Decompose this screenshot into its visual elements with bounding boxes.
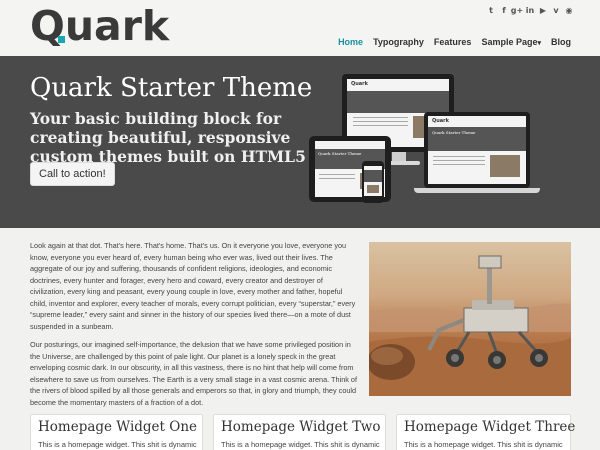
mini-hero (347, 91, 449, 113)
mini-logo: Quark (432, 118, 449, 124)
mars-rover-image (369, 242, 571, 396)
widget-text: This is a homepage widget. This shit is … (404, 440, 563, 449)
hero-title: Quark Starter Theme (30, 73, 313, 103)
youtube-icon[interactable]: ▶ (538, 6, 548, 16)
nav-item-typography[interactable]: Typography (373, 37, 424, 47)
google-plus-icon[interactable]: g+ (511, 6, 523, 16)
nav-item-sample-page-label[interactable]: Sample Page (481, 37, 537, 47)
rss-icon[interactable]: ◉ (564, 6, 574, 16)
mini-title: Quark Starter Theme (432, 130, 476, 135)
mini-title: Quark Starter Theme (318, 151, 362, 156)
mini-line (433, 164, 485, 165)
mars-rover-illustration (369, 255, 571, 396)
widget-title: Homepage Widget Two (221, 419, 381, 435)
mini-line (319, 174, 355, 175)
widget-text: This is a homepage widget. This shit is … (38, 440, 197, 449)
site-logo-text[interactable]: Quark (30, 2, 169, 50)
mini-line (353, 121, 408, 122)
mini-line (353, 117, 408, 118)
widget-text: This is a homepage widget. This shit is … (221, 440, 380, 449)
homepage-widget-one: Homepage Widget One This is a homepage w… (30, 414, 203, 450)
main-content: Look again at that dot. That's here. Tha… (30, 240, 358, 415)
nav-item-features[interactable]: Features (434, 37, 472, 47)
facebook-icon[interactable]: f (499, 6, 509, 16)
nav-item-sample-page[interactable]: Sample Page▾ (481, 37, 541, 47)
nav-item-home[interactable]: Home (338, 37, 363, 47)
homepage-widget-two: Homepage Widget Two This is a homepage w… (213, 414, 386, 450)
homepage-widget-three: Homepage Widget Three This is a homepage… (396, 414, 576, 450)
mini-hero (364, 170, 382, 182)
site-header: Quark t f g+ in ▶ v ◉ Home Typography Fe… (0, 0, 600, 56)
twitter-icon[interactable]: t (486, 6, 496, 16)
content-paragraph: Our posturings, our imagined self-import… (30, 340, 358, 407)
mini-image (490, 155, 520, 177)
logo-accent-square (58, 36, 65, 43)
mini-logo: Quark (351, 81, 368, 87)
site-logo[interactable]: Quark (30, 2, 169, 50)
laptop-screen: Quark Quark Starter Theme (428, 116, 526, 184)
main-nav: Home Typography Features Sample Page▾ Bl… (338, 37, 571, 47)
laptop-mockup: Quark Quark Starter Theme (424, 112, 530, 188)
laptop-base (414, 188, 540, 193)
content-paragraph: Look again at that dot. That's here. Tha… (30, 241, 356, 331)
mini-image (367, 185, 379, 193)
chevron-down-icon: ▾ (537, 40, 541, 47)
social-links: t f g+ in ▶ v ◉ (486, 6, 574, 16)
call-to-action-button[interactable]: Call to action! (30, 162, 115, 186)
mini-line (353, 125, 408, 126)
mini-line (433, 160, 485, 161)
nav-item-blog[interactable]: Blog (551, 37, 571, 47)
mini-line (319, 178, 355, 179)
vimeo-icon[interactable]: v (551, 6, 561, 16)
widget-title: Homepage Widget One (38, 419, 198, 435)
hero-banner: Quark Starter Theme Your basic building … (0, 56, 600, 228)
phone-screen (364, 166, 382, 196)
phone-mockup (362, 161, 384, 203)
linkedin-icon[interactable]: in (525, 6, 535, 16)
widget-title: Homepage Widget Three (404, 419, 576, 435)
mini-line (433, 156, 485, 157)
